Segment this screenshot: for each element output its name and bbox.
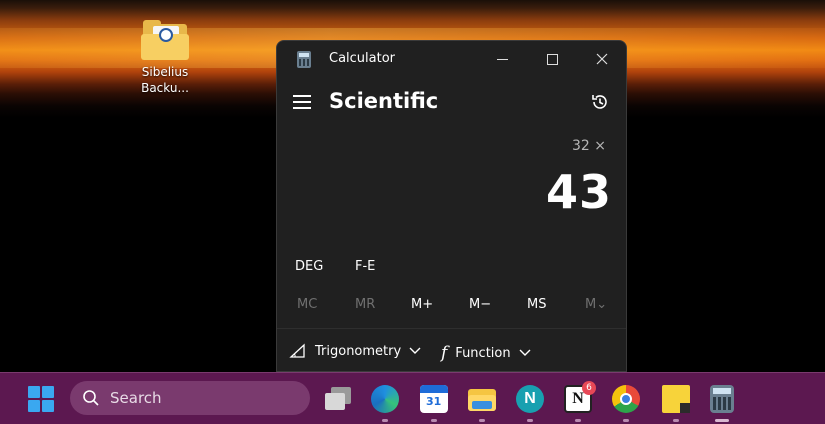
windows-logo-icon (28, 386, 40, 398)
n-app-running-indicator (527, 419, 533, 422)
memory-list-button[interactable]: M⌄ (585, 297, 607, 312)
function-label: Function (455, 345, 511, 361)
memory-recall-button[interactable]: MR (355, 297, 375, 312)
fe-toggle-button[interactable]: F-E (355, 259, 375, 274)
maximize-icon (546, 53, 558, 65)
sticky-notes-icon[interactable] (662, 385, 690, 413)
search-icon (83, 390, 99, 406)
trigonometry-label: Trigonometry (315, 343, 402, 359)
folder-icon (141, 20, 189, 60)
calendar-icon[interactable]: 31 (420, 385, 448, 413)
notion-running-indicator (575, 419, 581, 422)
browser-icon[interactable] (612, 385, 640, 413)
sticky-notes-running-indicator (673, 419, 679, 422)
minimize-icon (496, 58, 508, 60)
history-icon[interactable] (590, 92, 610, 112)
calendar-running-indicator (431, 419, 437, 422)
file-explorer-running-indicator (479, 419, 485, 422)
deg-toggle-button[interactable]: DEG (295, 259, 323, 274)
memory-clear-button[interactable]: MC (297, 297, 317, 312)
chevron-down-icon (409, 347, 421, 354)
chevron-down-icon (519, 349, 531, 356)
window-title: Calculator (329, 51, 396, 66)
memory-subtract-button[interactable]: M− (469, 297, 491, 312)
n-app-icon[interactable]: N (516, 385, 544, 413)
search-placeholder: Search (110, 389, 162, 407)
start-button[interactable] (28, 386, 54, 412)
notion-notification-badge: 6 (582, 381, 596, 395)
calculator-app-icon (297, 51, 311, 68)
edge-running-indicator (382, 419, 388, 422)
navigation-menu-button[interactable] (293, 95, 311, 109)
browser-running-indicator (623, 419, 629, 422)
title-bar[interactable]: Calculator (277, 41, 626, 77)
memory-store-button[interactable]: MS (527, 297, 546, 312)
close-icon (596, 53, 608, 65)
close-button[interactable] (582, 45, 622, 73)
expression-display: 32 × (572, 138, 606, 154)
calculator-running-indicator (715, 419, 729, 422)
trigonometry-dropdown[interactable]: Trigonometry (289, 343, 421, 359)
function-dropdown[interactable]: f Function (441, 343, 531, 363)
file-explorer-icon[interactable] (468, 385, 496, 413)
calculator-window: Calculator Scientific 32 × 43 DEG F-E MC… (276, 40, 627, 372)
edge-browser-icon[interactable] (371, 385, 399, 413)
desktop-icon-sibelius-backup[interactable]: Sibelius Backu... (128, 20, 202, 96)
maximize-button[interactable] (532, 45, 572, 73)
function-row: Trigonometry f Function (277, 328, 626, 371)
minimize-button[interactable] (482, 45, 522, 73)
function-f-icon: f (441, 343, 448, 363)
memory-add-button[interactable]: M+ (411, 297, 433, 312)
result-display: 43 (545, 165, 612, 219)
memory-row: MC MR M+ M− MS M⌄ (277, 294, 626, 318)
triangle-ruler-icon (289, 343, 305, 358)
calculator-taskbar-icon[interactable] (710, 385, 734, 413)
mode-title: Scientific (329, 89, 439, 113)
taskbar: Search 31 N N 6 (0, 372, 825, 424)
taskbar-search-box[interactable]: Search (70, 381, 310, 415)
desktop-icon-label: Sibelius Backu... (141, 65, 189, 95)
task-view-icon[interactable] (323, 385, 351, 413)
